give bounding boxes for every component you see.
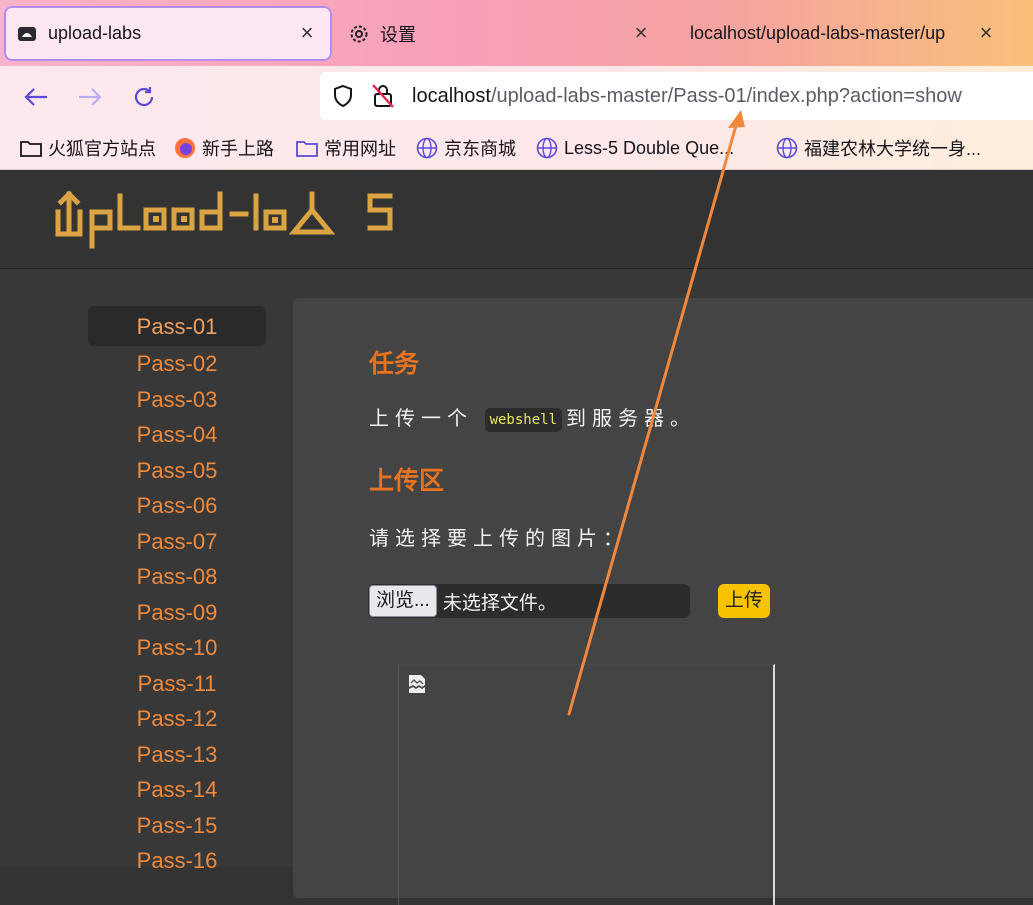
nav-item-pass-13[interactable]: Pass-13	[88, 737, 266, 773]
tab-title: localhost/upload-labs-master/up	[690, 23, 946, 43]
nav-item-pass-05[interactable]: Pass-05	[88, 453, 266, 489]
nav-item-pass-16[interactable]: Pass-16	[88, 843, 266, 879]
task-text-before: 上传一个	[369, 408, 473, 430]
bookmark-label: 火狐官方站点	[48, 139, 156, 159]
reload-button[interactable]	[128, 81, 160, 113]
browser-nav-bar: localhost/upload-labs-master/Pass-01/ind…	[0, 66, 1033, 126]
nav-item-pass-09[interactable]: Pass-09	[88, 595, 266, 631]
folder-icon	[296, 137, 318, 159]
nav-item-pass-11[interactable]: Pass-11	[88, 666, 266, 702]
bookmark-label: 福建农林大学统一身...	[804, 139, 982, 159]
task-text-after: 到服务器。	[566, 408, 696, 430]
nav-item-pass-15[interactable]: Pass-15	[88, 808, 266, 844]
nav-item-pass-14[interactable]: Pass-14	[88, 772, 266, 808]
address-bar[interactable]: localhost/upload-labs-master/Pass-01/ind…	[320, 72, 1033, 120]
upload-submit-button[interactable]: 上传	[718, 584, 770, 618]
reload-icon	[134, 87, 154, 107]
broken-image-icon	[407, 673, 427, 700]
bookmarks-toolbar: 火狐官方站点 新手上路 常用网址 京东商城 Less-5 Double Que.…	[0, 126, 1033, 170]
firefox-icon	[174, 137, 196, 159]
bookmark-item[interactable]: 福建农林大学统一身...	[776, 135, 981, 161]
bookmark-label: 常用网址	[324, 139, 396, 159]
content-panel: 任务 上传一个 webshell 到服务器。 上传区 请选择要上传的图片： 浏览.…	[293, 298, 1033, 905]
globe-icon	[776, 137, 798, 159]
image-preview-area	[398, 664, 775, 905]
back-button[interactable]	[20, 81, 52, 113]
folder-icon	[20, 137, 42, 159]
nav-item-pass-06[interactable]: Pass-06	[88, 488, 266, 524]
pass-navigation: Pass-01 Pass-02 Pass-03 Pass-04 Pass-05 …	[88, 306, 266, 879]
shield-icon[interactable]	[330, 83, 356, 109]
bookmark-item[interactable]: 京东商城	[416, 135, 516, 161]
nav-item-pass-03[interactable]: Pass-03	[88, 382, 266, 418]
tab-title: 设置	[380, 24, 416, 45]
nav-item-pass-10[interactable]: Pass-10	[88, 630, 266, 666]
gear-icon	[348, 23, 370, 45]
site-logo[interactable]	[54, 186, 398, 255]
nav-item-pass-04[interactable]: Pass-04	[88, 417, 266, 453]
nav-item-pass-01[interactable]: Pass-01	[88, 306, 266, 346]
bookmark-item[interactable]: 火狐官方站点	[20, 135, 156, 161]
arrow-right-icon	[79, 88, 102, 106]
tab-upload-labs[interactable]: upload-labs ×	[4, 6, 332, 61]
bookmark-label: 新手上路	[202, 139, 274, 159]
tab-title: upload-labs	[48, 23, 142, 43]
task-heading: 任务	[369, 350, 420, 378]
globe-icon	[536, 137, 558, 159]
url-text[interactable]: localhost/upload-labs-master/Pass-01/ind…	[412, 85, 962, 108]
tab-localhost[interactable]: localhost/upload-labs-master/up ×	[676, 6, 1033, 61]
close-icon[interactable]: ×	[296, 22, 318, 44]
insecure-lock-icon[interactable]	[370, 83, 396, 109]
globe-icon	[416, 137, 438, 159]
task-text: 上传一个 webshell 到服务器。	[369, 402, 696, 432]
bookmark-item[interactable]: 新手上路	[174, 135, 274, 161]
bookmark-label: 京东商城	[444, 139, 516, 159]
close-icon[interactable]: ×	[975, 22, 997, 44]
close-icon[interactable]: ×	[630, 22, 652, 44]
browse-button[interactable]: 浏览...	[369, 585, 437, 617]
bookmark-item[interactable]: Less-5 Double Que...	[536, 135, 734, 161]
nav-item-pass-12[interactable]: Pass-12	[88, 701, 266, 737]
file-status: 未选择文件。	[442, 592, 557, 614]
bookmark-item[interactable]: 常用网址	[296, 135, 396, 161]
nav-item-pass-02[interactable]: Pass-02	[88, 346, 266, 382]
tab-settings[interactable]: 设置 ×	[336, 6, 666, 61]
upload-prompt: 请选择要上传的图片：	[369, 528, 629, 550]
browser-tab-bar: upload-labs × 设置 × localhost/upload-labs…	[0, 0, 1033, 66]
bookmark-label: Less-5 Double Que...	[564, 137, 735, 158]
nav-item-pass-08[interactable]: Pass-08	[88, 559, 266, 595]
nav-item-pass-07[interactable]: Pass-07	[88, 524, 266, 560]
file-input[interactable]: 浏览... 未选择文件。	[368, 584, 690, 618]
forward-button[interactable]	[74, 81, 106, 113]
url-path: /upload-labs-master/Pass-01/index.php?ac…	[490, 84, 962, 107]
url-host: localhost	[412, 84, 491, 107]
code-webshell: webshell	[484, 407, 562, 432]
site-favicon-icon	[16, 23, 38, 45]
upload-heading: 上传区	[369, 467, 445, 495]
arrow-left-icon	[24, 88, 47, 106]
